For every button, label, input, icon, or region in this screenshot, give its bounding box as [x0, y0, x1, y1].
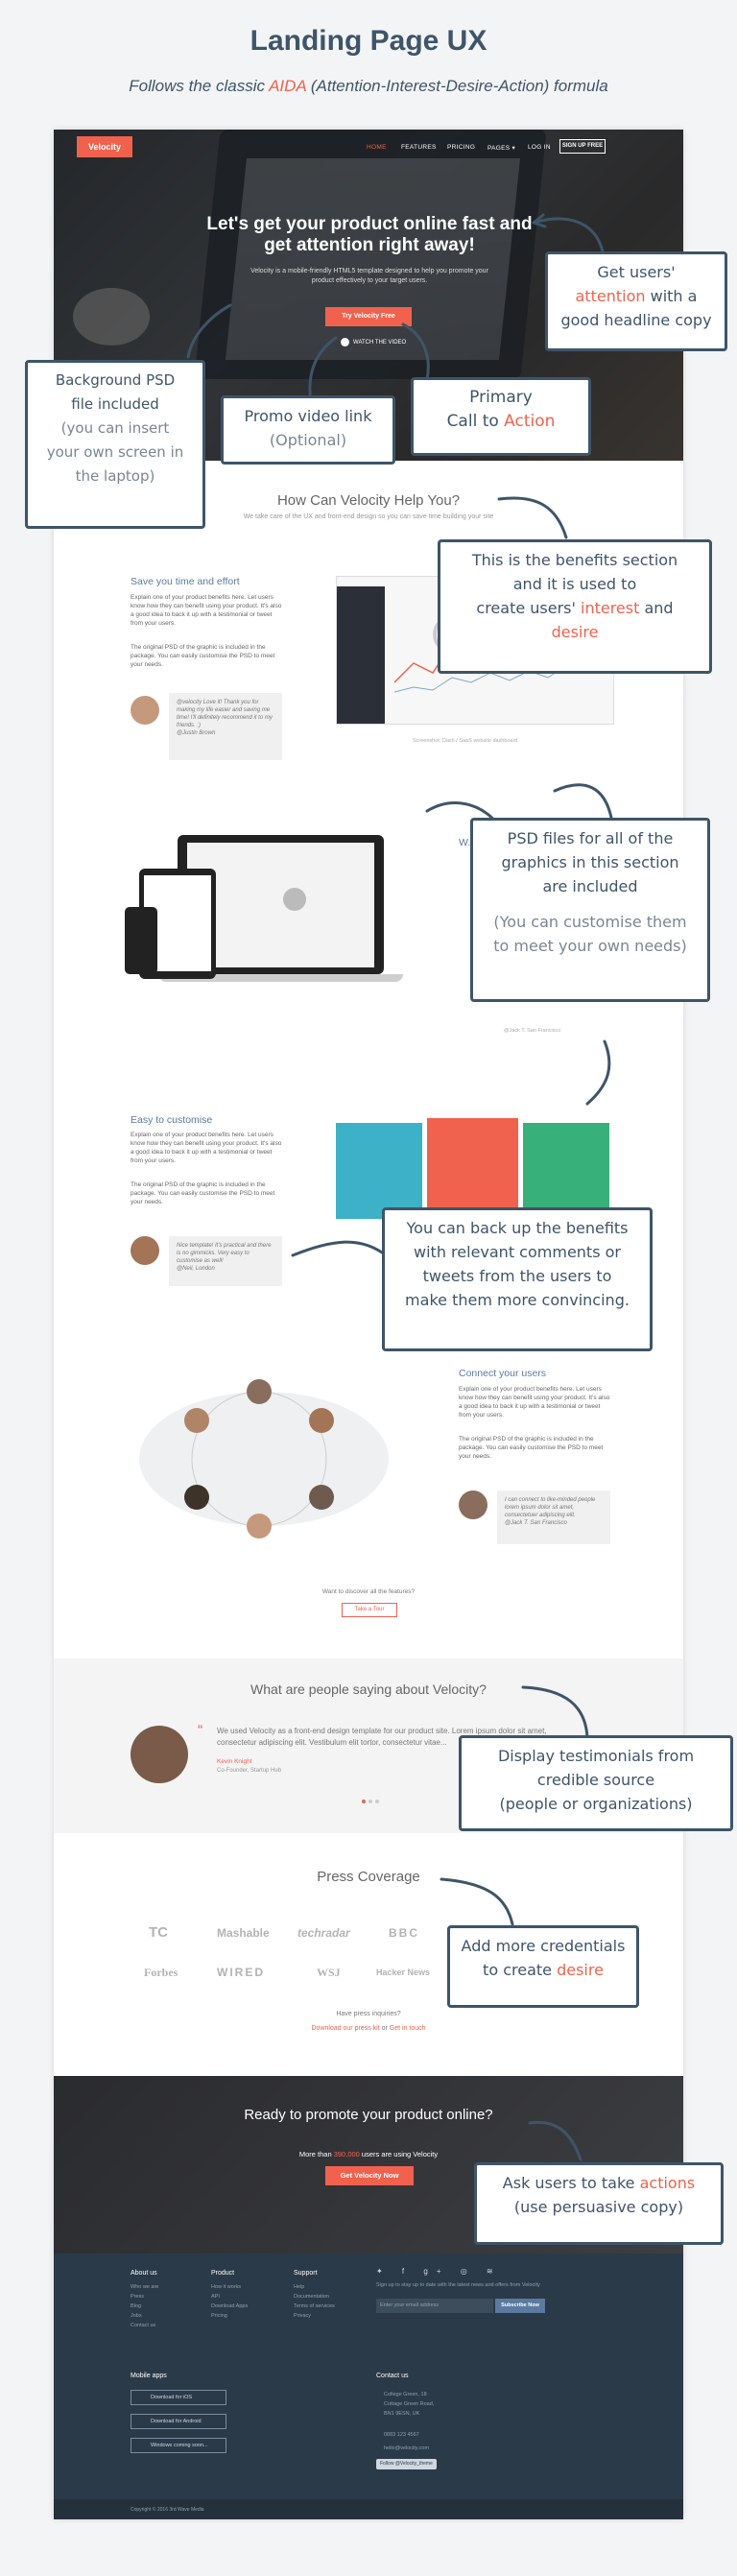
note-line: (use persuasive copy) — [513, 2198, 684, 2216]
note-accent: desire — [557, 1961, 604, 1979]
note-line: You can back up the benefits — [406, 1219, 629, 1237]
note-line: to create — [483, 1961, 558, 1979]
note-line: PSD files for all of the — [507, 829, 674, 847]
note-accent: Action — [504, 412, 556, 431]
arrow-psd — [186, 303, 232, 359]
note-line: make them more convincing. — [405, 1291, 630, 1309]
arrow-primary — [401, 322, 430, 381]
note-line: (you can insert — [60, 419, 170, 437]
note-accent: desire — [551, 623, 599, 641]
note-line: with relevant comments or — [414, 1243, 621, 1261]
note-line: are included — [542, 877, 638, 895]
note-line: and it is used to — [512, 575, 637, 593]
note-line: (You can customise them — [493, 913, 687, 931]
note-line: (people or organizations) — [499, 1795, 693, 1813]
arrow-video — [308, 336, 338, 403]
arrow-benefits — [497, 496, 568, 539]
note-actions: Ask users to take actions (use persuasive… — [474, 2162, 724, 2245]
note-line: the laptop) — [75, 467, 155, 485]
arrow-attention — [532, 217, 605, 253]
arrow-psd-graphics-2 — [585, 1039, 611, 1106]
arrow-actions — [528, 2120, 582, 2161]
note-accent: interest — [581, 599, 640, 617]
note-benefits: This is the benefits section and it is us… — [438, 539, 712, 674]
note-attention: Get users' attention with a good headline … — [545, 251, 727, 351]
note-line: file included — [71, 395, 159, 413]
note-promo-video: Promo video link (Optional) — [221, 395, 395, 465]
note-line: (Optional) — [269, 431, 347, 449]
note-line: Primary — [469, 388, 533, 407]
arrow-backup — [291, 1240, 384, 1257]
note-credentials: Add more credentials to create desire — [447, 1925, 639, 2008]
note-backup-benefits: You can back up the benefits with relevan… — [382, 1207, 653, 1351]
note-testimonials: Display testimonials from credible source… — [459, 1735, 733, 1831]
note-line: This is the benefits section — [471, 551, 678, 569]
note-accent: actions — [639, 2174, 696, 2192]
note-line: Promo video link — [244, 407, 372, 425]
note-psd-graphics: PSD files for all of the graphics in this… — [470, 818, 710, 1002]
note-line: your own screen in — [46, 443, 184, 461]
note-line: with a — [645, 287, 698, 305]
note-line: Ask users to take — [502, 2174, 640, 2192]
note-line: good headline copy — [560, 311, 712, 329]
note-line: Background PSD — [55, 371, 176, 389]
arrow-testimonials — [521, 1685, 589, 1739]
note-line: tweets from the users to — [422, 1267, 612, 1285]
arrow-credentials — [440, 1877, 514, 1926]
note-primary-cta: Primary Call to Action — [411, 377, 591, 456]
note-line: graphics in this section — [501, 853, 679, 871]
note-line: Display testimonials from — [497, 1747, 695, 1765]
note-line: Get users' — [597, 263, 676, 281]
note-line: to meet your own needs) — [493, 937, 687, 955]
note-accent: attention — [575, 287, 646, 305]
note-line: Call to — [446, 412, 505, 431]
note-line: create users' — [476, 599, 581, 617]
arrow-benefits-2 — [553, 783, 613, 820]
note-line: credible source — [536, 1771, 655, 1789]
note-background-psd: Background PSD file included (you can inse… — [25, 360, 205, 529]
note-line: and — [639, 599, 674, 617]
note-line: Add more credentials — [461, 1937, 626, 1955]
